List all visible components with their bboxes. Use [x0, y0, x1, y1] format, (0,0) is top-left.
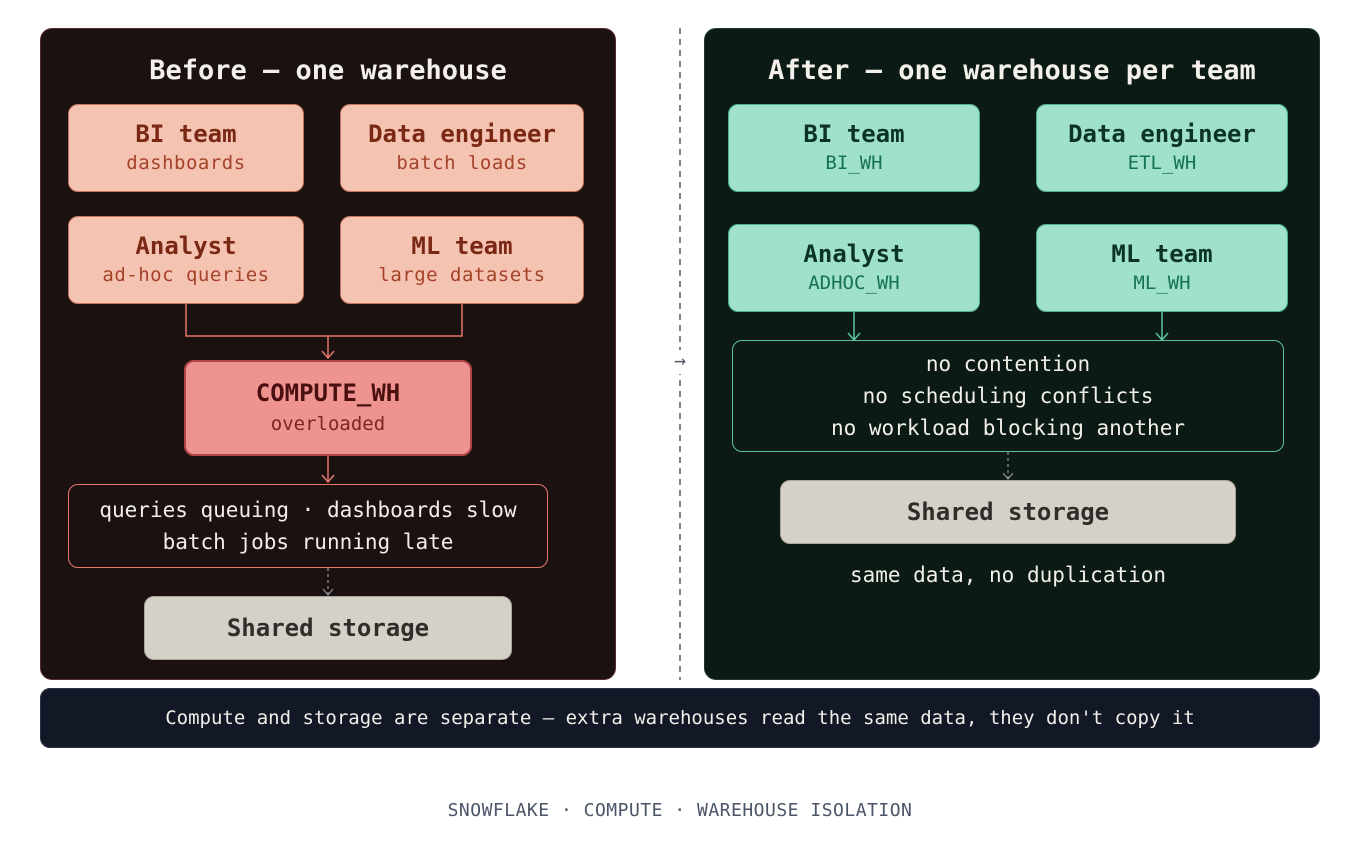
team-merge-line	[185, 304, 463, 337]
footer-caption: SNOWFLAKE · COMPUTE · WAREHOUSE ISOLATIO…	[447, 800, 913, 821]
summary-banner: Compute and storage are separate — extra…	[40, 688, 1320, 748]
after-connectors	[847, 312, 1169, 342]
before-connectors	[185, 304, 463, 484]
before-storage-link	[322, 568, 334, 597]
transition-arrow-icon: →	[673, 348, 687, 372]
after-storage-link	[1002, 452, 1014, 481]
